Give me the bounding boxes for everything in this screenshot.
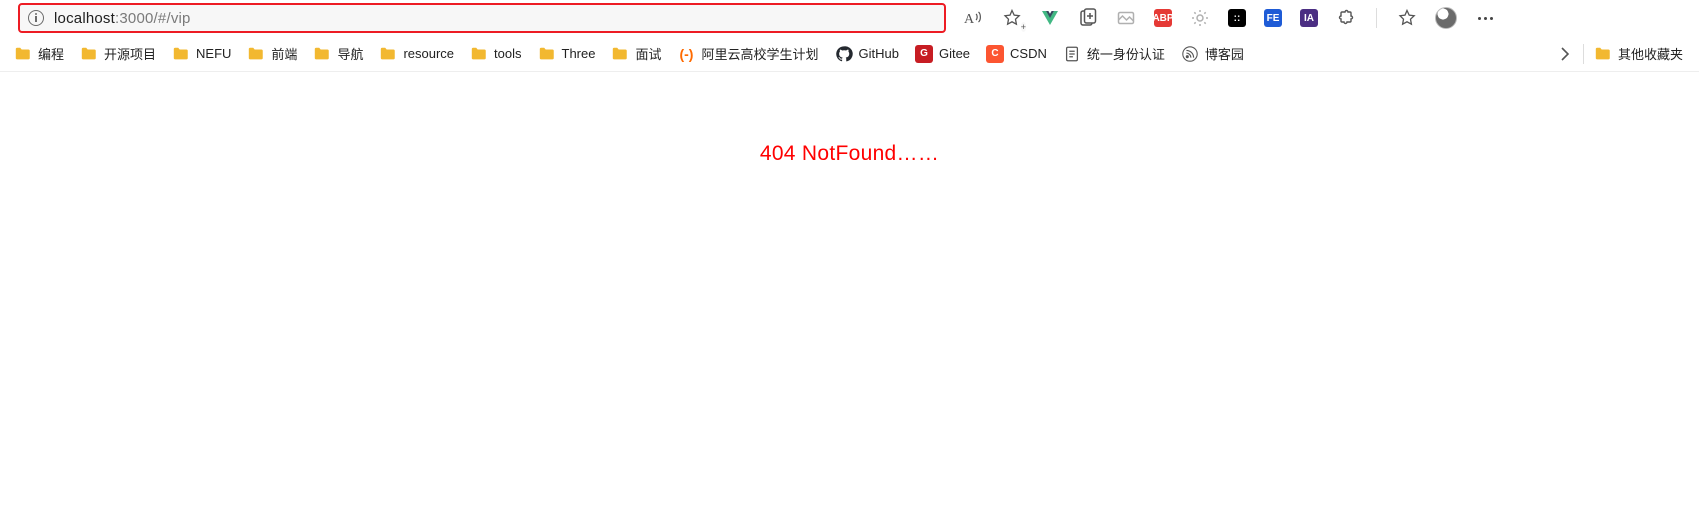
aliyun-icon: (-): [677, 45, 695, 63]
bookmark-folder[interactable]: 编程: [6, 40, 72, 67]
bookmarks-bar: 编程 开源项目 NEFU 前端 导航 resource tools Three …: [0, 36, 1699, 72]
bookmark-folder[interactable]: 面试: [603, 40, 669, 67]
bookmark-cnblogs[interactable]: 博客园: [1173, 40, 1252, 67]
bookmark-folder[interactable]: 导航: [305, 40, 371, 67]
cnblogs-icon: [1181, 45, 1199, 63]
bookmark-other-folder[interactable]: 其他收藏夹: [1586, 40, 1691, 67]
toolbar-icons: ABP :: FE IA: [964, 7, 1495, 29]
adblock-icon[interactable]: ABP: [1154, 9, 1172, 27]
bookmark-folder[interactable]: 前端: [239, 40, 305, 67]
favorite-star-icon[interactable]: [1002, 8, 1022, 28]
document-icon: [1063, 45, 1081, 63]
extension-gear-icon[interactable]: [1190, 8, 1210, 28]
bookmark-folder[interactable]: NEFU: [164, 41, 239, 67]
url-text: localhost:3000/#/vip: [54, 10, 191, 27]
site-info-icon[interactable]: [28, 10, 44, 26]
collections-icon[interactable]: [1078, 8, 1098, 28]
read-aloud-icon[interactable]: [964, 8, 984, 28]
extensions-puzzle-icon[interactable]: [1336, 8, 1356, 28]
fe-helper-icon[interactable]: FE: [1264, 9, 1282, 27]
favorites-list-icon[interactable]: [1397, 8, 1417, 28]
profile-avatar[interactable]: [1435, 7, 1457, 29]
bookmarks-overflow-chevron-icon[interactable]: [1555, 44, 1575, 64]
bookmark-folder[interactable]: resource: [371, 41, 462, 67]
ia-extension-icon[interactable]: IA: [1300, 9, 1318, 27]
address-row: localhost:3000/#/vip ABP :: FE IA: [0, 0, 1699, 36]
bookmarks-separator: [1583, 44, 1584, 64]
page-viewport: 404 NotFound……: [0, 72, 1699, 520]
extension-dots-icon[interactable]: ::: [1228, 9, 1246, 27]
vue-devtools-icon[interactable]: [1040, 8, 1060, 28]
bookmark-gitee[interactable]: GGitee: [907, 41, 978, 67]
toolbar-separator: [1376, 8, 1377, 28]
bookmark-github[interactable]: GitHub: [827, 41, 907, 67]
settings-menu-icon[interactable]: [1475, 8, 1495, 28]
screenshot-icon[interactable]: [1116, 8, 1136, 28]
bookmark-sso[interactable]: 统一身份认证: [1055, 40, 1173, 67]
csdn-icon: C: [986, 45, 1004, 63]
bookmark-aliyun[interactable]: (-)阿里云高校学生计划: [669, 40, 826, 67]
github-icon: [835, 45, 853, 63]
gitee-icon: G: [915, 45, 933, 63]
bookmark-csdn[interactable]: CCSDN: [978, 41, 1055, 67]
bookmark-folder[interactable]: Three: [530, 41, 604, 67]
address-bar[interactable]: localhost:3000/#/vip: [18, 3, 946, 33]
browser-chrome: localhost:3000/#/vip ABP :: FE IA 编程 开源项…: [0, 0, 1699, 520]
bookmark-folder[interactable]: 开源项目: [72, 40, 164, 67]
not-found-text: 404 NotFound……: [0, 72, 1699, 166]
bookmark-folder[interactable]: tools: [462, 41, 529, 67]
